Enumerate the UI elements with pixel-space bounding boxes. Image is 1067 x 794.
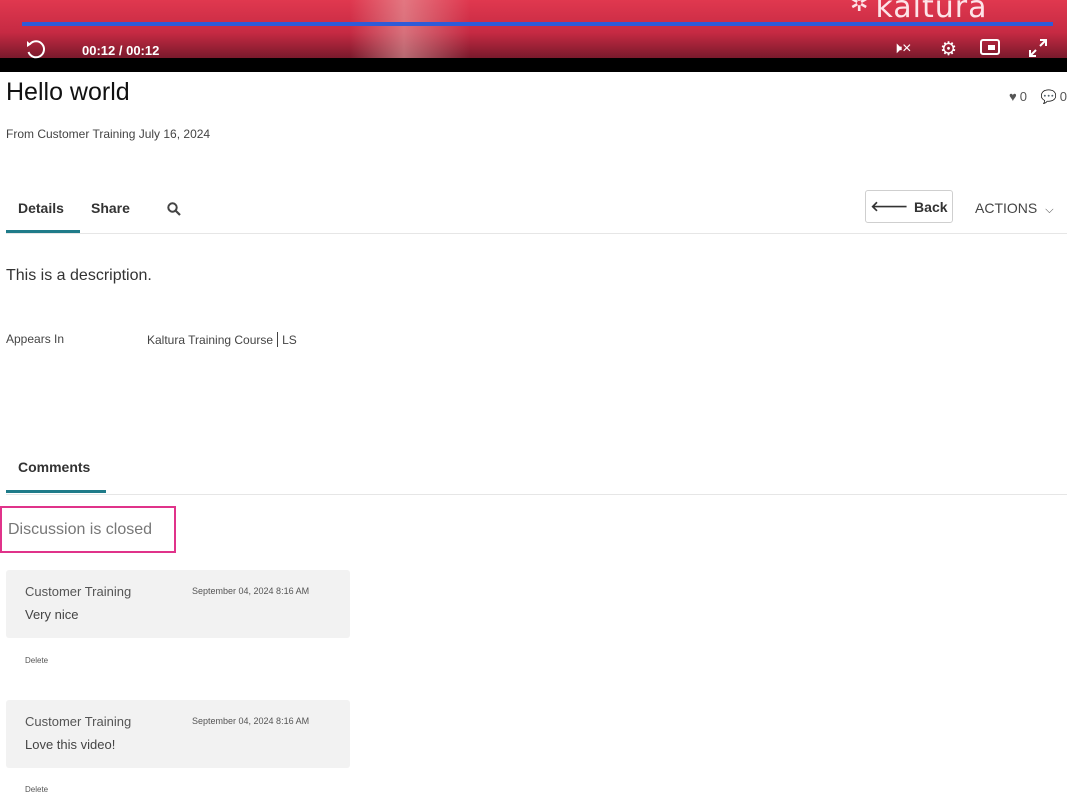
comment-author: Customer Training (25, 584, 132, 599)
comment-date: September 04, 2024 8:16 AM (192, 586, 310, 596)
replay-icon[interactable] (24, 38, 48, 62)
comment-text: Love this video! (25, 737, 116, 752)
time-display: 00:12 / 00:12 (82, 43, 160, 58)
tab-share[interactable]: Share (91, 200, 130, 216)
comments-tabs: Comments (6, 450, 1067, 495)
divider (277, 332, 279, 347)
player-control-bar (0, 58, 1067, 72)
appears-in-suffix[interactable]: LS (282, 333, 297, 347)
comment-item: Customer Training September 04, 2024 8:1… (6, 570, 350, 638)
actions-dropdown[interactable]: ACTIONS ⌵ (975, 200, 1054, 217)
comment-author: Customer Training (25, 714, 132, 729)
video-frame (350, 0, 470, 62)
chevron-down-icon: ⌵ (1045, 204, 1054, 216)
back-button-label: Back (914, 198, 948, 215)
pip-icon[interactable] (980, 39, 1000, 55)
appears-in-label: Appears In (6, 332, 65, 346)
media-subtitle: From Customer Training July 16, 2024 (6, 127, 211, 141)
actions-label: ACTIONS (975, 200, 1038, 216)
tab-comments[interactable]: Comments (18, 459, 90, 475)
comment-item: Customer Training September 04, 2024 8:1… (6, 700, 350, 768)
gear-icon[interactable]: ⚙ (940, 38, 957, 61)
appears-in-value: Kaltura Training Course LS (147, 332, 297, 347)
comment-text: Very nice (25, 607, 79, 622)
discussion-closed-notice: Discussion is closed (0, 506, 176, 553)
fullscreen-icon[interactable] (1026, 36, 1050, 60)
tab-details[interactable]: Details (18, 200, 64, 216)
video-player[interactable]: ✲ kaltura 00:12 / 00:12 🕨× ⚙ (0, 0, 1067, 72)
comment-date: September 04, 2024 8:16 AM (192, 716, 310, 726)
active-tab-indicator (6, 230, 80, 233)
back-button[interactable]: 🡐 Back (865, 190, 953, 223)
comments-count: 0 (1059, 89, 1067, 104)
page-title: Hello world (6, 78, 130, 106)
likes-count: 0 (1019, 89, 1027, 104)
media-stats: ♥ 0 💬 0 (999, 89, 1067, 105)
delete-comment-link[interactable]: Delete (25, 656, 48, 665)
search-icon[interactable] (167, 202, 181, 216)
progress-fill (22, 22, 1053, 26)
comment-icon: 💬 (1040, 89, 1057, 104)
appears-in-course-link[interactable]: Kaltura Training Course (147, 333, 273, 347)
active-tab-indicator (6, 490, 106, 493)
progress-bar[interactable] (22, 22, 1053, 26)
media-tabs: Details Share 🡐 Back ACTIONS ⌵ (6, 186, 1067, 234)
media-description: This is a description. (6, 267, 152, 284)
mute-icon[interactable]: 🕨× (892, 40, 911, 58)
heart-icon[interactable]: ♥ (1009, 89, 1017, 104)
arrow-left-icon: 🡐 (870, 198, 909, 214)
